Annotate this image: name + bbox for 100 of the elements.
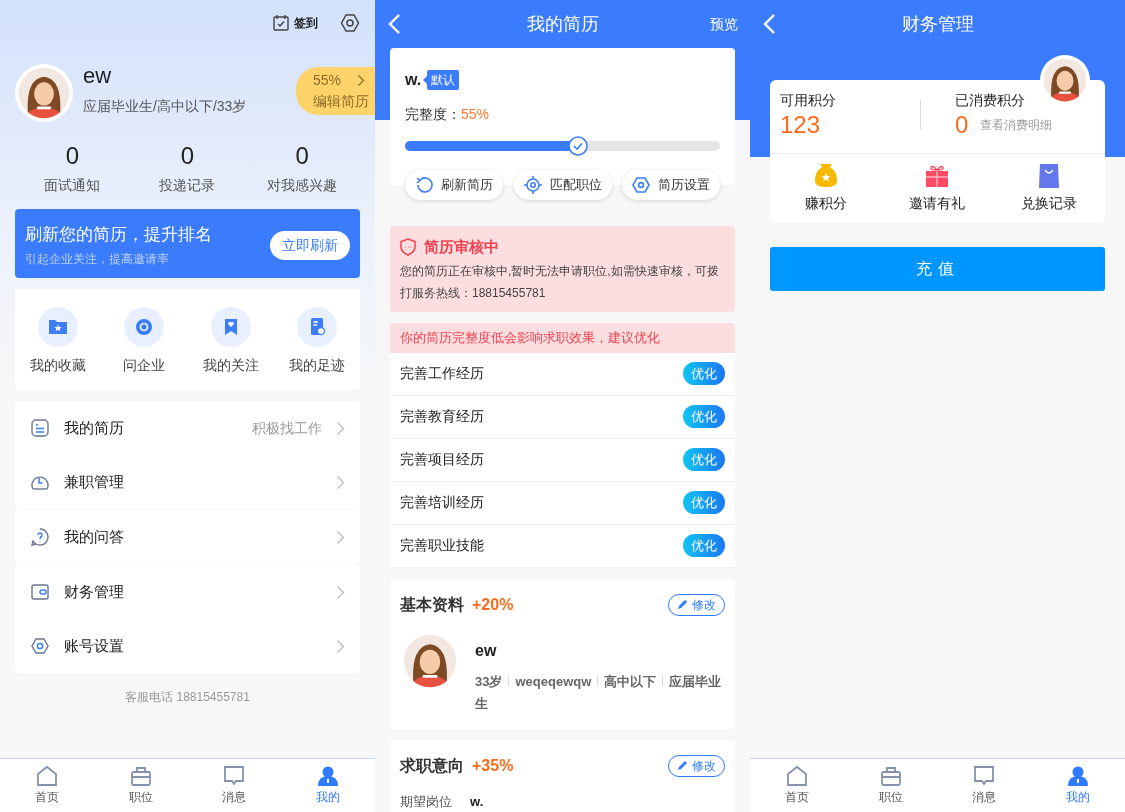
completeness-label: 完整度： xyxy=(405,106,461,122)
pencil-icon xyxy=(677,599,688,610)
alert-title: 简历审核中 xyxy=(424,236,499,257)
page-title: 我的简历 xyxy=(526,13,599,34)
completeness-warning: 你的简历完整度低会影响求职效果，建议优化 xyxy=(390,323,735,353)
resume-name: w. xyxy=(405,70,422,90)
task-label: 完善教育经历 xyxy=(400,407,484,426)
chat-icon xyxy=(124,307,165,348)
settings-icon xyxy=(340,13,360,33)
tab-bar-item[interactable]: 消息 xyxy=(937,759,1032,812)
user-name: ew xyxy=(83,64,113,89)
document-icon xyxy=(296,307,337,348)
list-icon xyxy=(30,418,50,439)
target-icon xyxy=(523,175,542,194)
back-button[interactable] xyxy=(387,13,401,35)
menu-item[interactable]: 我的简历 xyxy=(64,417,124,440)
menu-item[interactable]: 财务管理 xyxy=(64,581,124,604)
edit-button[interactable]: 修改 xyxy=(668,593,725,616)
briefcase-icon xyxy=(129,765,152,787)
stat-value: 0 xyxy=(65,142,80,169)
back-icon xyxy=(387,13,401,35)
shortcut-item[interactable]: 我的收藏 xyxy=(15,307,102,377)
user-summary: 应届毕业生/高中以下/33岁 xyxy=(83,97,247,117)
alert-text: 您的简历正在审核中,暂时无法申请职位,如需快速审核，可拨打服务热线：18815455781 xyxy=(400,263,720,302)
back-button[interactable] xyxy=(762,13,776,35)
pencil-icon xyxy=(677,760,688,771)
task-label: 完善职业技能 xyxy=(400,536,484,555)
settings-icon xyxy=(632,175,650,194)
banner-title: 刷新您的简历，提升排名 xyxy=(25,223,212,246)
profile-name: ew xyxy=(475,640,498,661)
message-icon xyxy=(973,765,996,787)
job-status: 积极找工作 xyxy=(252,418,322,438)
sign-in-button[interactable]: 签到 xyxy=(272,14,318,32)
chevron-right-icon xyxy=(336,420,345,436)
stat-label: 面试通知 xyxy=(44,176,101,193)
section-title: 求职意向 xyxy=(400,755,464,776)
chevron-right-icon xyxy=(357,74,366,87)
shortcut-item[interactable]: 我的关注 xyxy=(187,307,274,377)
stat-label: 对我感兴趣 xyxy=(267,176,338,193)
briefcase-icon xyxy=(879,765,902,787)
shortcut-item[interactable]: 我的足迹 xyxy=(273,307,360,377)
tab-bar-item[interactable]: 职位 xyxy=(93,759,188,812)
tab-bar-item[interactable]: 消息 xyxy=(187,759,282,812)
settings-icon xyxy=(30,636,50,657)
message-icon xyxy=(223,765,246,787)
page-title: 财务管理 xyxy=(901,13,974,34)
chevron-right-icon xyxy=(336,529,345,545)
tab-bar-item[interactable]: 首页 xyxy=(0,759,94,812)
person-icon xyxy=(317,765,340,787)
refresh-button[interactable]: 立即刷新 xyxy=(270,230,350,260)
stat-value: 0 xyxy=(180,142,194,169)
preview-link[interactable]: 预览 xyxy=(710,13,738,35)
points-value: 123 xyxy=(780,111,821,138)
profile-details: 33岁 weqeqewqw 高中以下 应届毕业生 xyxy=(475,672,723,713)
tab-bar-item[interactable]: 我的 xyxy=(281,759,375,812)
completion-bonus: +20% xyxy=(472,594,514,615)
task-label: 完善培训经历 xyxy=(400,493,484,512)
wallet-icon xyxy=(30,582,50,603)
calendar-icon xyxy=(272,14,290,32)
home-icon xyxy=(785,765,808,787)
stat-label: 投递记录 xyxy=(159,176,216,193)
tab-bar-item[interactable]: 职位 xyxy=(843,759,938,812)
back-icon xyxy=(762,13,776,35)
menu-item[interactable]: 我的问答 xyxy=(64,526,124,549)
menu-item[interactable]: 账号设置 xyxy=(64,635,124,658)
task-label: 完善工作经历 xyxy=(400,364,484,383)
hotline-text: 客服电话 18815455781 xyxy=(125,690,250,705)
folder-icon xyxy=(38,307,79,348)
stat-value: 0 xyxy=(295,142,309,169)
shield-icon xyxy=(400,237,416,256)
settings-button[interactable] xyxy=(340,13,360,33)
person-icon xyxy=(1067,765,1090,787)
resume-action-button[interactable]: 匹配职位 xyxy=(513,170,612,200)
completion-bonus: +35% xyxy=(472,755,514,776)
tab-bar-item[interactable]: 首页 xyxy=(750,759,844,812)
field-value: w. xyxy=(470,793,484,810)
section-title: 基本资料 xyxy=(400,594,464,615)
question-icon xyxy=(30,527,50,548)
resume-action-button[interactable]: 刷新简历 xyxy=(405,170,503,200)
chevron-right-icon xyxy=(336,638,345,654)
bookmark-icon xyxy=(210,307,251,348)
completeness-value: 55% xyxy=(461,106,490,122)
shortcut-item[interactable]: 问企业 xyxy=(101,307,188,377)
points-label: 已消费积分 xyxy=(955,92,1025,108)
home-icon xyxy=(35,765,58,787)
resume-action-button[interactable]: 简历设置 xyxy=(622,170,720,200)
banner-subtitle: 引起企业关注，提高邀请率 xyxy=(25,251,170,269)
edit-button[interactable]: 修改 xyxy=(668,754,725,777)
points-action[interactable]: 邀请有礼 xyxy=(881,162,994,214)
field-label: 期望岗位 xyxy=(400,793,452,810)
points-label: 可用积分 xyxy=(780,92,836,108)
menu-item[interactable]: 兼职管理 xyxy=(64,471,124,494)
chevron-right-icon xyxy=(336,584,345,600)
refresh-icon xyxy=(415,175,433,194)
points-action[interactable]: 兑换记录 xyxy=(993,162,1105,214)
points-action[interactable]: 赚积分 xyxy=(770,162,882,214)
edit-resume-button[interactable]: 55% 编辑简历 xyxy=(296,67,375,115)
chevron-right-icon xyxy=(336,474,345,490)
task-label: 完善项目经历 xyxy=(400,450,484,469)
tab-bar-item[interactable]: 我的 xyxy=(1031,759,1125,812)
